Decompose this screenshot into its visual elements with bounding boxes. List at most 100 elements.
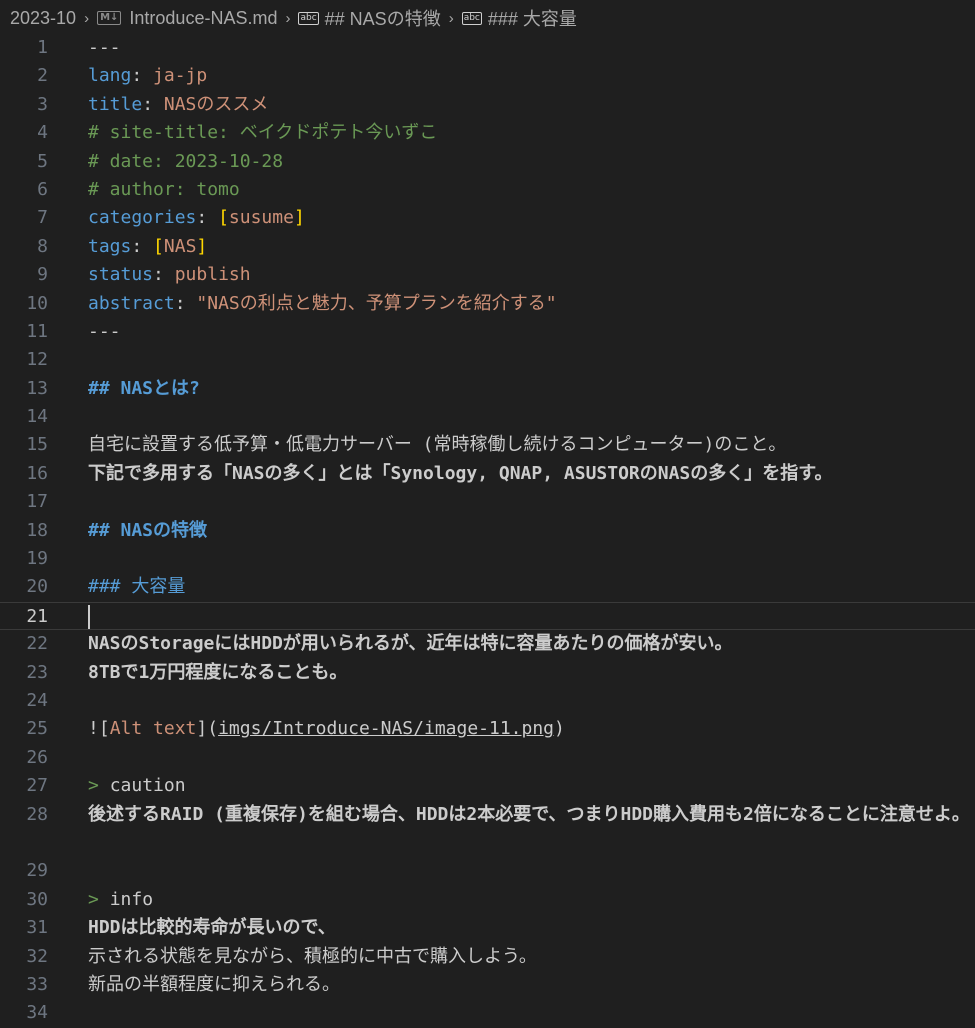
yaml-value: "NASの利点と魅力、予算プランを紹介する" bbox=[196, 292, 557, 314]
yaml-value: NAS bbox=[163, 235, 197, 257]
line-number: 12 bbox=[26, 349, 48, 371]
editor-line[interactable]: 31 HDDは比較的寿命が長いので、 bbox=[0, 914, 975, 942]
editor-line[interactable]: 30 > info bbox=[0, 886, 975, 914]
markdown-heading: ## NASの特徴 bbox=[88, 519, 208, 541]
yaml-key: tags bbox=[88, 235, 132, 257]
editor-line[interactable]: 2 lang: ja-jp bbox=[0, 62, 975, 90]
line-number: 17 bbox=[26, 491, 48, 513]
breadcrumb-file[interactable]: M↓ Introduce-NAS.md bbox=[97, 8, 277, 29]
image-link[interactable]: imgs/Introduce-NAS/image-11.png bbox=[218, 718, 554, 739]
line-number: 26 bbox=[26, 746, 48, 768]
line-number: 10 bbox=[26, 292, 48, 314]
code-editor[interactable]: 1 --- 2 lang: ja-jp 3 title: NASのススメ 4 # sit… bbox=[0, 34, 975, 1028]
line-number: 33 bbox=[26, 973, 48, 995]
yaml-value: ja-jp bbox=[153, 65, 208, 87]
chevron-right-icon: › bbox=[285, 9, 291, 27]
line-number: 7 bbox=[37, 207, 48, 229]
editor-line[interactable]: 6 # author: tomo bbox=[0, 176, 975, 204]
editor-line[interactable]: 20 ### 大容量 bbox=[0, 573, 975, 601]
editor-line[interactable]: 29 bbox=[0, 857, 975, 885]
line-number: 20 bbox=[26, 576, 48, 598]
line-number: 4 bbox=[37, 122, 48, 144]
editor-line[interactable]: 9 status: publish bbox=[0, 261, 975, 289]
editor-line[interactable]: 14 bbox=[0, 403, 975, 431]
editor-line[interactable]: 27 > caution bbox=[0, 772, 975, 800]
editor-line[interactable]: 16 下記で多用する「NASの多く」とは「Synology, QNAP, ASUS… bbox=[0, 460, 975, 488]
line-number: 25 bbox=[26, 718, 48, 740]
line-content: 新品の半額程度に抑えられる。 bbox=[88, 973, 340, 995]
line-content: --- bbox=[88, 320, 121, 342]
markdown-icon: M↓ bbox=[97, 11, 122, 25]
string-symbol-icon: abc bbox=[461, 11, 482, 25]
editor-line[interactable]: 26 bbox=[0, 744, 975, 772]
line-number: 28 bbox=[26, 803, 48, 825]
line-number: 3 bbox=[37, 93, 48, 115]
breadcrumb-folder[interactable]: 2023-10 bbox=[10, 8, 76, 29]
line-content: NASのStorageにはHDDが用いられるが、近年は特に容量あたりの価格が安い… bbox=[88, 633, 733, 655]
editor-line[interactable]: 8 tags: [NAS] bbox=[0, 233, 975, 261]
breadcrumb-section-features[interactable]: abc ## NASの特徴 bbox=[298, 5, 441, 31]
editor-line[interactable]: 17 bbox=[0, 488, 975, 516]
line-content: --- bbox=[88, 37, 121, 58]
editor-line[interactable]: 11 --- bbox=[0, 318, 975, 346]
line-number: 24 bbox=[26, 689, 48, 711]
line-number: 27 bbox=[26, 775, 48, 797]
yaml-key: abstract bbox=[88, 292, 175, 314]
editor-line[interactable]: 19 bbox=[0, 545, 975, 573]
editor-line[interactable]: 7 categories: [susume] bbox=[0, 204, 975, 232]
line-number: 11 bbox=[26, 320, 48, 342]
editor-line[interactable]: 12 bbox=[0, 346, 975, 374]
line-number: 21 bbox=[26, 605, 48, 627]
string-symbol-icon: abc bbox=[298, 11, 319, 25]
line-number: 1 bbox=[37, 37, 48, 58]
blockquote-text: caution bbox=[109, 775, 186, 797]
line-number: 19 bbox=[26, 548, 48, 570]
line-content: 8TBで1万円程度になることも。 bbox=[88, 661, 348, 683]
editor-line[interactable]: 10 abstract: "NASの利点と魅力、予算プランを紹介する" bbox=[0, 290, 975, 318]
editor-line[interactable]: 28 後述するRAID (重複保存)を組む場合、HDDは2本必要で、つまりHDD購… bbox=[0, 801, 975, 858]
line-number: 9 bbox=[37, 264, 48, 286]
breadcrumb: 2023-10 › M↓ Introduce-NAS.md › abc ## N… bbox=[0, 0, 975, 36]
editor-line[interactable]: 13 ## NASとは? bbox=[0, 375, 975, 403]
editor-line[interactable]: 1 --- bbox=[0, 34, 975, 62]
yaml-key: status bbox=[88, 264, 154, 286]
blockquote-text: info bbox=[109, 888, 154, 910]
line-number: 29 bbox=[26, 860, 48, 882]
line-number: 6 bbox=[37, 178, 48, 200]
yaml-value: publish bbox=[174, 264, 251, 286]
line-number: 18 bbox=[26, 519, 48, 541]
yaml-comment: # date: 2023-10-28 bbox=[88, 150, 284, 172]
line-number: 2 bbox=[37, 65, 48, 87]
yaml-value: susume bbox=[228, 207, 294, 229]
editor-line[interactable]: 18 ## NASの特徴 bbox=[0, 517, 975, 545]
line-number: 31 bbox=[26, 917, 48, 939]
editor-line[interactable]: 24 bbox=[0, 687, 975, 715]
line-number: 22 bbox=[26, 633, 48, 655]
editor-line[interactable]: 5 # date: 2023-10-28 bbox=[0, 148, 975, 176]
editor-line[interactable]: 23 8TBで1万円程度になることも。 bbox=[0, 659, 975, 687]
editor-line-active[interactable]: 21 bbox=[0, 601, 975, 631]
line-content: 後述するRAID (重複保存)を組む場合、HDDは2本必要で、つまりHDD購入費… bbox=[88, 803, 970, 825]
line-number: 13 bbox=[26, 377, 48, 399]
editor-line[interactable]: 32 示される状態を見ながら、積極的に中古で購入しよう。 bbox=[0, 943, 975, 971]
yaml-key: lang bbox=[88, 65, 132, 87]
line-content: 下記で多用する「NASの多く」とは「Synology, QNAP, ASUSTO… bbox=[88, 462, 833, 484]
line-number: 5 bbox=[37, 150, 48, 172]
editor-line[interactable]: 22 NASのStorageにはHDDが用いられるが、近年は特に容量あたりの価格が… bbox=[0, 630, 975, 658]
editor-line[interactable]: 15 自宅に設置する低予算・低電力サーバー (常時稼働し続けるコンピューター)のこ… bbox=[0, 431, 975, 459]
editor-line[interactable]: 25 ![Alt text](imgs/Introduce-NAS/image-1… bbox=[0, 715, 975, 743]
markdown-heading: ## NASとは? bbox=[88, 377, 200, 399]
yaml-key: title bbox=[88, 93, 143, 115]
chevron-right-icon: › bbox=[448, 9, 454, 27]
yaml-comment: # author: tomo bbox=[88, 178, 240, 200]
editor-line[interactable]: 4 # site-title: ベイクドポテト今いずこ bbox=[0, 119, 975, 147]
editor-line[interactable]: 33 新品の半額程度に抑えられる。 bbox=[0, 971, 975, 999]
breadcrumb-section-capacity[interactable]: abc ### 大容量 bbox=[461, 5, 577, 31]
line-content: 示される状態を見ながら、積極的に中古で購入しよう。 bbox=[88, 945, 537, 967]
line-number: 30 bbox=[26, 888, 48, 910]
editor-line[interactable]: 34 bbox=[0, 999, 975, 1027]
yaml-key: categories bbox=[88, 207, 197, 229]
line-number: 34 bbox=[26, 1002, 48, 1024]
editor-line[interactable]: 3 title: NASのススメ bbox=[0, 91, 975, 119]
line-number: 15 bbox=[26, 434, 48, 456]
